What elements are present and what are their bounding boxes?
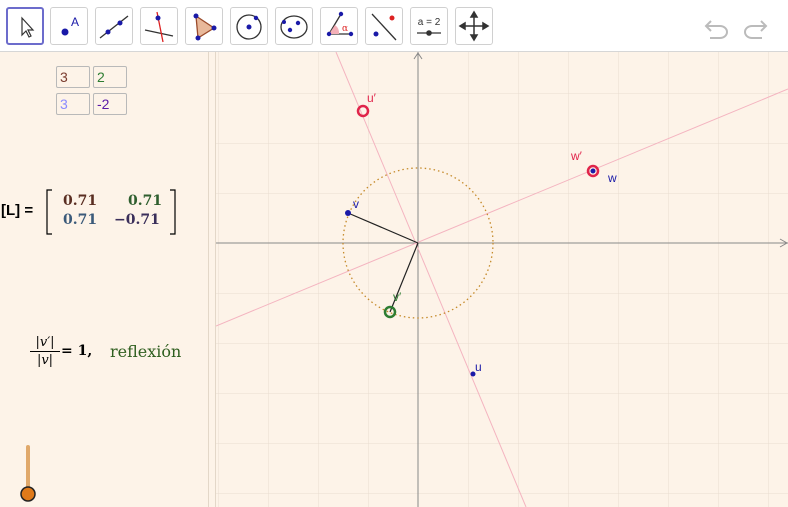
matrix-input-a21[interactable]: 3: [56, 93, 90, 115]
perpendicular-line-icon: [144, 11, 174, 43]
grid: [216, 52, 788, 507]
label-v: v: [353, 197, 359, 211]
graphics-view[interactable]: u′ w′ w v v′ u: [216, 52, 788, 507]
point-icon: A: [61, 15, 79, 36]
toolbar: A α a = 2: [0, 0, 788, 52]
point-tool-button[interactable]: A: [50, 7, 88, 45]
label-w: w: [607, 171, 617, 185]
label-v-prime: v′: [393, 290, 402, 304]
view-divider[interactable]: [208, 52, 216, 507]
slider-icon: a = 2: [417, 17, 441, 36]
matrix-value-22: −0.71: [114, 212, 160, 228]
svg-text:a = 2: a = 2: [418, 17, 441, 28]
slider-tool-button[interactable]: a = 2: [410, 7, 448, 45]
angle-tool-button[interactable]: α: [320, 7, 358, 45]
transformation-type: reflexión: [110, 342, 182, 361]
redo-icon: [744, 20, 768, 39]
line-tool-button[interactable]: [95, 7, 133, 45]
ratio-denominator: |v|: [36, 353, 54, 368]
matrix-input-a12[interactable]: 2: [93, 66, 127, 88]
polygon-tool-button[interactable]: [185, 7, 223, 45]
matrix-input-a22[interactable]: -2: [93, 93, 127, 115]
cursor-arrow-icon: [21, 16, 35, 38]
redo-button[interactable]: [740, 12, 770, 42]
polygon-icon: [193, 13, 217, 41]
label-u: u: [475, 360, 482, 374]
ellipse-icon: [280, 15, 308, 39]
line-icon: [99, 15, 129, 39]
point-v[interactable]: [345, 210, 351, 216]
ratio-numerator: |v′|: [30, 334, 60, 352]
point-w[interactable]: [590, 168, 596, 174]
move-tool-button[interactable]: [6, 7, 44, 45]
circle-icon: [236, 14, 262, 40]
norm-ratio: |v′| |v|: [30, 334, 60, 369]
matrix-input-a11[interactable]: 3: [56, 66, 90, 88]
svg-text:A: A: [71, 15, 79, 29]
undo-icon: [704, 20, 728, 39]
matrix-value-12: 0.71: [128, 193, 163, 209]
conic-tool-button[interactable]: [275, 7, 313, 45]
label-w-prime: w′: [570, 149, 583, 163]
matrix-value-11: 0.71: [63, 193, 98, 209]
move-view-tool-button[interactable]: [455, 7, 493, 45]
move-arrows-icon: [458, 10, 490, 42]
vertical-slider[interactable]: [16, 444, 40, 506]
reflect-icon: [371, 13, 397, 41]
undo-button[interactable]: [702, 12, 732, 42]
angle-icon: α: [326, 11, 354, 37]
ratio-equals: = 1,: [61, 343, 93, 359]
reflect-tool-button[interactable]: [365, 7, 403, 45]
graphics-canvas[interactable]: u′ w′ w v v′ u: [216, 52, 788, 507]
svg-text:α: α: [342, 24, 348, 34]
circle-tool-button[interactable]: [230, 7, 268, 45]
label-u-prime: u′: [367, 91, 377, 105]
slider-handle[interactable]: [20, 486, 36, 502]
algebra-view: 3 2 3 -2 [L] = 0.71 0.71 0.71 −0.71 |v′|…: [0, 52, 208, 507]
perpendicular-line-tool-button[interactable]: [140, 7, 178, 45]
matrix-label: [L] =: [1, 202, 34, 219]
matrix-value-21: 0.71: [63, 212, 98, 228]
